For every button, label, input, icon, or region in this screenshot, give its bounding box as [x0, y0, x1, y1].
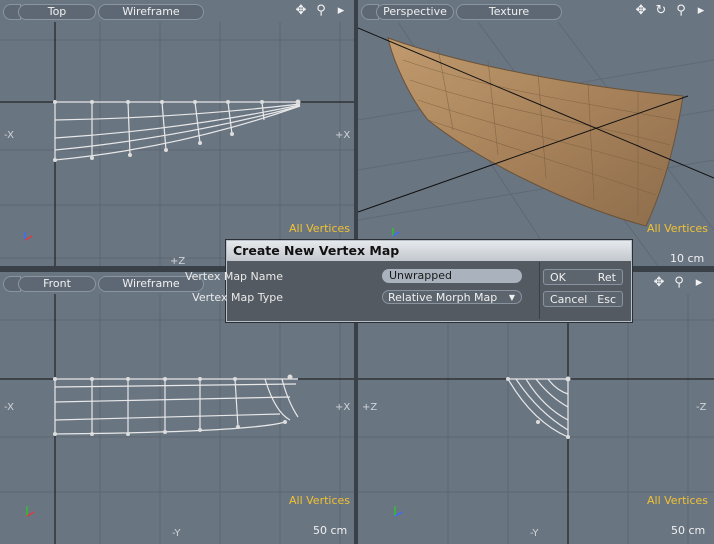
viewport-perspective[interactable]: Perspective Texture ✥ ↻ ⚲ ▸ All Vertices… [358, 0, 714, 266]
selection-mode-label: All Vertices [647, 494, 709, 507]
create-vertex-map-dialog: Create New Vertex Map Vertex Map Name Un… [185, 240, 632, 322]
axis-label-bottom: -Y [172, 528, 181, 539]
cancel-button[interactable]: Cancel Esc [543, 291, 623, 307]
pan-icon[interactable]: ✥ [294, 3, 308, 19]
ok-shortcut: Ret [597, 271, 616, 284]
ok-button[interactable]: OK Ret [543, 269, 623, 285]
selection-mode-label: All Vertices [289, 222, 351, 235]
menu-arrow-icon[interactable]: ▸ [692, 275, 706, 291]
vertex-map-type-select[interactable]: Relative Morph Map ▼ [382, 290, 522, 304]
axis-label-left: -X [4, 402, 14, 413]
dialog-title: Create New Vertex Map [227, 241, 631, 261]
axis-label-left: -X [4, 130, 14, 141]
scale-label: 50 cm [313, 524, 348, 537]
rotate-icon[interactable]: ↻ [654, 3, 668, 19]
scale-label: 50 cm [671, 524, 706, 537]
pan-icon[interactable]: ✥ [634, 3, 648, 19]
viewport-top-header: Top Wireframe ✥ ⚲ ▸ [0, 0, 354, 22]
vertex-map-name-input[interactable]: Unwrapped [382, 269, 522, 283]
axis-label-right: -Z [696, 402, 707, 413]
viewport-top[interactable]: Top Wireframe ✥ ⚲ ▸ -X +X +Z All Vertice… [0, 0, 354, 266]
vertex-map-type-value: Relative Morph Map [388, 291, 498, 304]
dialog-separator [539, 262, 540, 319]
pan-icon[interactable]: ✥ [652, 275, 666, 291]
zoom-icon[interactable]: ⚲ [672, 275, 686, 291]
zoom-icon[interactable]: ⚲ [314, 3, 328, 19]
axis-label-bottom: +Z [170, 256, 186, 266]
view-selector[interactable]: Top [18, 4, 96, 20]
vertex-map-type-label: Vertex Map Type [192, 291, 283, 304]
selection-mode-label: All Vertices [289, 494, 351, 507]
selection-mode-label: All Vertices [647, 222, 709, 235]
cancel-shortcut: Esc [597, 293, 616, 306]
axis-label-right: +X [335, 130, 351, 141]
axis-label-left: +Z [362, 402, 378, 413]
menu-arrow-icon[interactable]: ▸ [334, 3, 348, 19]
menu-arrow-icon[interactable]: ▸ [694, 3, 708, 19]
scale-label: 10 cm [670, 252, 705, 265]
ok-label: OK [550, 271, 566, 284]
shading-selector[interactable]: Texture [456, 4, 562, 20]
zoom-icon[interactable]: ⚲ [674, 3, 688, 19]
cancel-label: Cancel [550, 293, 588, 306]
view-selector[interactable]: Front [18, 276, 96, 292]
axis-label-right: +X [335, 402, 351, 413]
vertex-map-name-label: Vertex Map Name [184, 270, 283, 283]
viewport-perspective-header: Perspective Texture ✥ ↻ ⚲ ▸ [358, 0, 714, 22]
shading-selector[interactable]: Wireframe [98, 4, 204, 20]
axis-label-bottom: -Y [530, 528, 539, 539]
view-selector[interactable]: Perspective [376, 4, 454, 20]
chevron-down-icon: ▼ [508, 293, 515, 302]
